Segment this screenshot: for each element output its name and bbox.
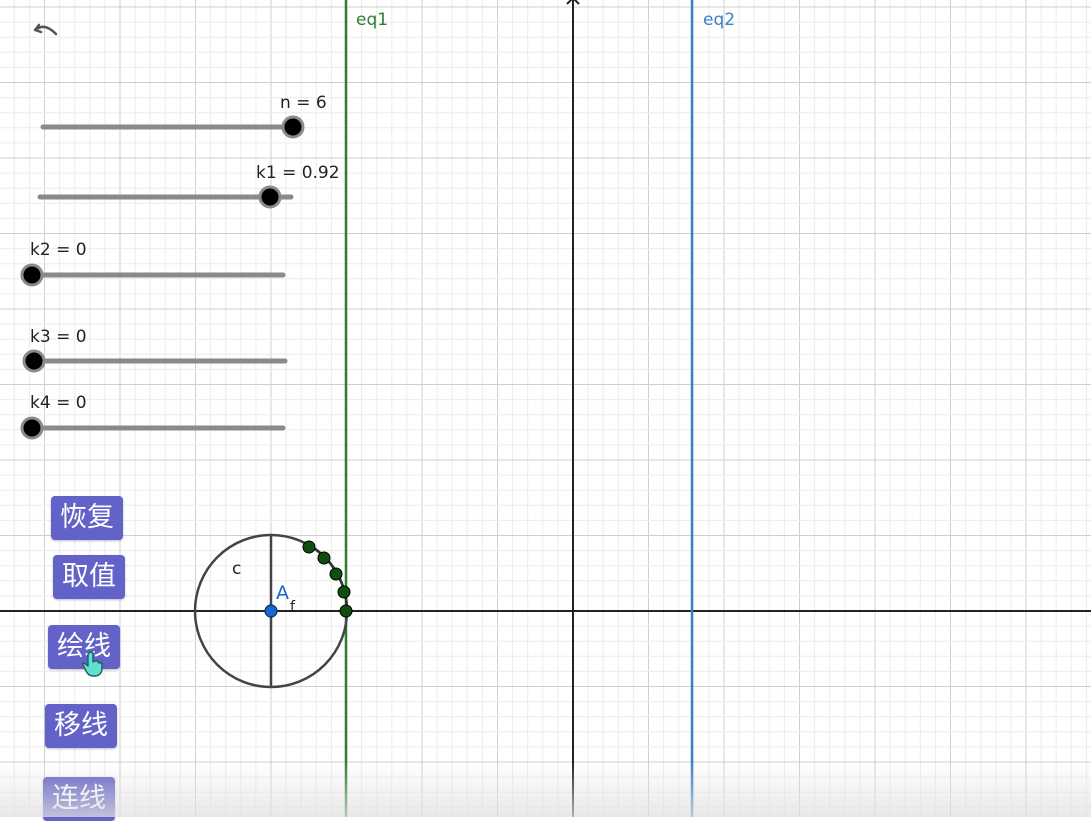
reset-button[interactable]: 恢复 <box>51 496 123 540</box>
undo-button[interactable] <box>28 14 64 46</box>
slider-k2[interactable]: k2 = 0 <box>20 240 286 287</box>
slider-n[interactable]: n = 6 <box>40 93 327 139</box>
point-a-subscript: f <box>290 599 296 615</box>
slider-k3-label: k3 = 0 <box>30 327 87 347</box>
undo-icon <box>33 23 58 36</box>
point-a-label: A <box>276 582 289 604</box>
point-a[interactable] <box>264 604 278 618</box>
slider-n-label: n = 6 <box>280 93 327 113</box>
connect-line-button[interactable]: 连线 <box>43 777 115 821</box>
slider-k3-handle[interactable] <box>22 349 46 373</box>
slider-k4-handle[interactable] <box>20 416 44 440</box>
circle-label: c <box>232 559 241 579</box>
take-value-button[interactable]: 取值 <box>53 555 125 599</box>
move-line-button[interactable]: 移线 <box>45 704 117 748</box>
slider-n-handle[interactable] <box>281 115 305 139</box>
hand-pointer-icon <box>81 651 104 681</box>
slider-k2-handle[interactable] <box>20 263 44 287</box>
line-eq1-label: eq1 <box>356 10 388 30</box>
slider-k1-handle[interactable] <box>258 185 282 209</box>
line-eq2-label: eq2 <box>703 10 735 30</box>
slider-k3[interactable]: k3 = 0 <box>22 327 288 373</box>
arc-point-4[interactable] <box>337 585 351 599</box>
arc-point-1[interactable] <box>302 540 316 554</box>
arc-point-2[interactable] <box>317 551 331 565</box>
slider-k1[interactable]: k1 = 0.92 <box>37 163 340 209</box>
arc-point-3[interactable] <box>329 567 343 581</box>
grid <box>0 0 1091 817</box>
arc-point-5[interactable] <box>339 604 353 618</box>
slider-k1-label: k1 = 0.92 <box>256 163 340 183</box>
graphics-view[interactable]: eq1 eq2 c A f n = 6 k1 = 0.92 k2 = 0 k3 … <box>0 0 1091 817</box>
slider-k4-label: k4 = 0 <box>30 393 87 413</box>
slider-k2-label: k2 = 0 <box>30 240 87 260</box>
